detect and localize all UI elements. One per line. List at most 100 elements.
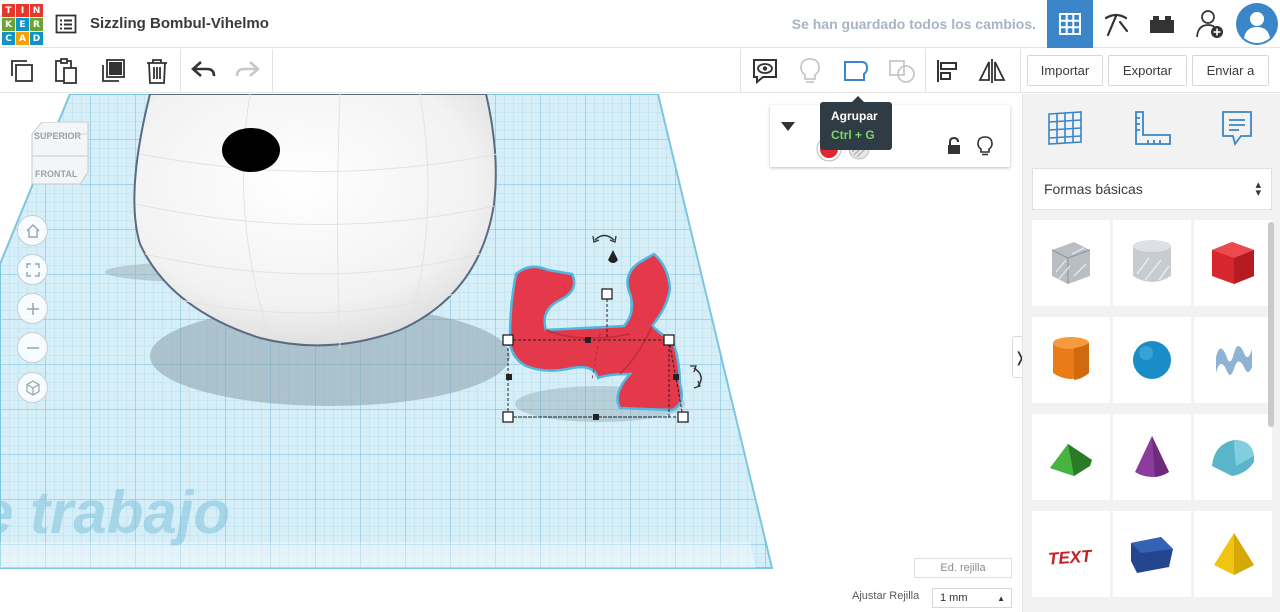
paste-icon xyxy=(55,58,77,84)
logo-letter: I xyxy=(16,4,29,17)
ruler-tab[interactable] xyxy=(1127,106,1177,150)
user-avatar[interactable] xyxy=(1234,0,1280,48)
workplane-watermark: e trabajo xyxy=(0,479,231,546)
logo-letter: A xyxy=(16,32,29,45)
updown-arrow-icon: ▴ ▾ xyxy=(1255,179,1261,199)
align-left-icon xyxy=(937,60,957,82)
shape-tile-text[interactable]: TEXT xyxy=(1032,511,1110,597)
trash-icon xyxy=(147,59,167,84)
panel-scrollbar[interactable] xyxy=(1268,222,1274,427)
view-cube[interactable]: SUPERIOR FRONTAL xyxy=(28,121,92,193)
edge-handle[interactable] xyxy=(506,374,512,380)
minus-icon xyxy=(26,346,39,349)
copy-button[interactable] xyxy=(6,55,38,87)
grid-view-icon xyxy=(1059,13,1081,35)
fit-view-button[interactable] xyxy=(17,254,48,285)
shape-library-select[interactable]: Formas básicas ▴ ▾ xyxy=(1032,168,1272,210)
workplane-viewport[interactable]: e trabajo SUPERIOR FRONTAL xyxy=(0,94,1022,612)
redo-icon xyxy=(235,61,260,77)
export-button[interactable]: Exportar xyxy=(1108,55,1187,86)
align-button[interactable] xyxy=(932,55,964,87)
shape-tile-round-roof[interactable] xyxy=(1194,414,1272,500)
group-button[interactable] xyxy=(840,55,872,87)
toolbar-divider xyxy=(180,49,181,93)
home-icon xyxy=(26,223,39,238)
workplane-icon xyxy=(1048,111,1082,145)
box-icon xyxy=(1212,242,1254,284)
shape-tile-roof[interactable] xyxy=(1032,414,1110,500)
zoom-in-button[interactable] xyxy=(17,293,48,324)
bricks-mode-button[interactable] xyxy=(1139,0,1185,48)
viewcube-front-label: FRONTAL xyxy=(35,169,78,179)
undo-button[interactable] xyxy=(188,55,220,87)
3d-view-button[interactable] xyxy=(1047,0,1093,48)
height-handle[interactable] xyxy=(601,288,613,300)
shape-tile-box[interactable] xyxy=(1194,220,1272,306)
import-button[interactable]: Importar xyxy=(1027,55,1103,86)
ungroup-button[interactable] xyxy=(886,55,918,87)
resize-handle[interactable] xyxy=(663,334,675,346)
shape-tile-scribble[interactable] xyxy=(1194,317,1272,403)
cylinder-icon xyxy=(1053,337,1089,380)
send-to-button[interactable]: Enviar a xyxy=(1192,55,1269,86)
round-roof-icon xyxy=(1212,440,1254,476)
shape-library-value: Formas básicas xyxy=(1044,181,1143,197)
snap-grid-select[interactable]: 1 mm ▲ xyxy=(932,588,1012,608)
blocks-mode-button[interactable] xyxy=(1093,0,1139,48)
mirror-button[interactable] xyxy=(976,55,1008,87)
workplane-tab[interactable] xyxy=(1040,106,1090,150)
toolbar-divider xyxy=(1020,49,1021,93)
shapes-panel: Formas básicas ▴ ▾ TEXT xyxy=(1022,94,1280,612)
snap-grid-label: Ajustar Rejilla xyxy=(852,590,920,602)
notes-visibility-button[interactable] xyxy=(749,55,781,87)
shape-tile-pyramid[interactable] xyxy=(1194,511,1272,597)
shape-tile-polygon[interactable] xyxy=(1113,511,1191,597)
resize-handle[interactable] xyxy=(677,411,689,423)
pickaxe-icon xyxy=(1104,13,1129,37)
toolbar-divider xyxy=(740,49,741,93)
zoom-out-button[interactable] xyxy=(17,332,48,363)
invite-user-button[interactable] xyxy=(1187,0,1233,48)
toolbar-divider xyxy=(925,49,926,93)
logo-letter: T xyxy=(2,4,15,17)
edge-handle[interactable] xyxy=(585,337,591,343)
top-bar: T I N K E R C A D Sizzling Bombul-Vihelm… xyxy=(0,0,1280,48)
paste-button[interactable] xyxy=(50,55,82,87)
shape-tile-sphere[interactable] xyxy=(1113,317,1191,403)
plus-icon xyxy=(26,302,39,315)
group-icon xyxy=(844,61,869,81)
snap-grid-value: 1 mm xyxy=(940,592,968,604)
design-title[interactable]: Sizzling Bombul-Vihelmo xyxy=(90,15,269,32)
shape-tile-cylinder[interactable] xyxy=(1032,317,1110,403)
notes-tab[interactable] xyxy=(1212,106,1262,150)
logo-letter: C xyxy=(2,32,15,45)
duplicate-button[interactable] xyxy=(97,55,129,87)
design-list-icon[interactable] xyxy=(55,13,77,35)
redo-button[interactable] xyxy=(231,55,263,87)
shape-tile-cone[interactable] xyxy=(1113,414,1191,500)
lock-icon[interactable] xyxy=(946,136,962,160)
sphere-icon xyxy=(1133,341,1171,379)
edge-handle[interactable] xyxy=(673,374,679,380)
avatar-icon xyxy=(1236,3,1278,45)
duplicate-icon xyxy=(102,59,125,82)
visibility-bulb-icon[interactable] xyxy=(977,136,993,161)
edge-handle[interactable] xyxy=(593,414,599,420)
delete-button[interactable] xyxy=(141,55,173,87)
group-tooltip: Agrupar Ctrl + G xyxy=(820,96,892,150)
toolbar-divider xyxy=(272,49,273,93)
edit-grid-button[interactable]: Ed. rejilla xyxy=(914,558,1012,578)
resize-handle[interactable] xyxy=(502,411,514,423)
shape-tile-cylinder-hole[interactable] xyxy=(1113,220,1191,306)
undo-icon xyxy=(191,61,216,77)
collapse-inspector-icon[interactable] xyxy=(781,119,795,137)
speech-eye-icon xyxy=(753,59,777,85)
perspective-button[interactable] xyxy=(17,372,48,403)
shape-tile-box-hole[interactable] xyxy=(1032,220,1110,306)
show-all-button[interactable] xyxy=(794,55,826,87)
resize-handle[interactable] xyxy=(502,334,514,346)
cone-icon xyxy=(1135,436,1169,477)
home-view-button[interactable] xyxy=(17,215,48,246)
copy-icon xyxy=(11,60,33,82)
tinkercad-logo[interactable]: T I N K E R C A D xyxy=(2,4,43,45)
